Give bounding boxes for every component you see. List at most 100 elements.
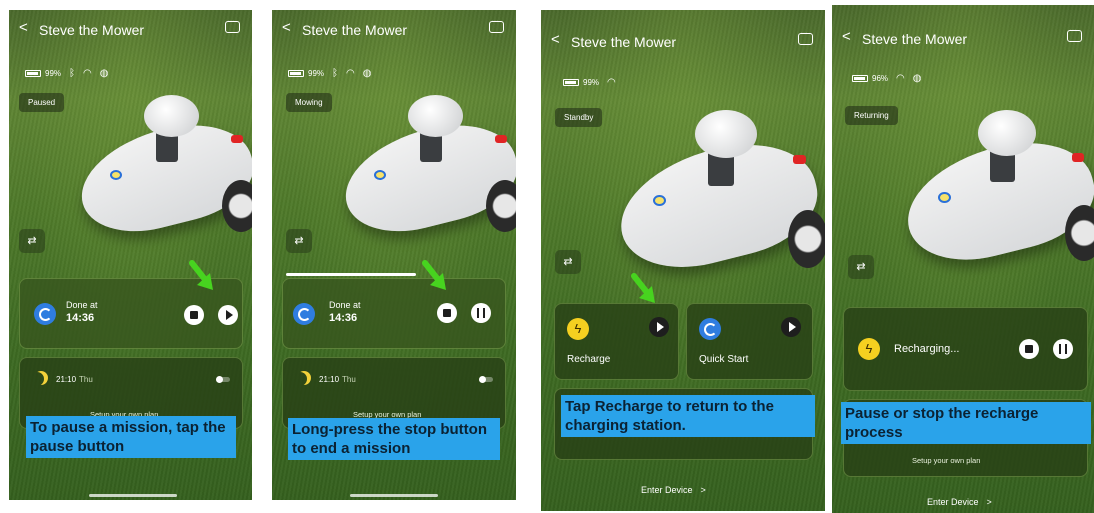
battery-level: 99% [308, 69, 325, 78]
phone-screen-mowing: < Steve the Mower 99% ᛒ ◠ ◍ Mowing ⇄ Don… [272, 10, 516, 500]
chat-icon[interactable] [798, 28, 813, 45]
home-indicator [350, 494, 438, 497]
swap-icon[interactable]: ⇄ [19, 229, 45, 253]
play-icon [789, 322, 796, 332]
mower-image [334, 95, 516, 245]
recharge-tile[interactable]: ϟ Recharge [554, 303, 679, 380]
quick-start-icon [699, 318, 721, 340]
page-title: Steve the Mower [571, 34, 677, 50]
signal-icon: ◍ [362, 68, 372, 79]
progress-bar [286, 273, 416, 276]
schedule-toggle[interactable] [216, 376, 230, 383]
instruction-callout: Long-press the stop button to end a miss… [288, 418, 500, 460]
home-indicator [89, 494, 177, 497]
signal-icon: ◍ [99, 68, 109, 79]
wifi-icon: ◠ [346, 68, 355, 79]
signal-icon: ◍ [912, 73, 922, 84]
stop-button[interactable] [1019, 339, 1039, 359]
recharge-play-button[interactable] [649, 317, 669, 337]
swap-icon[interactable]: ⇄ [848, 255, 874, 279]
phone-screen-paused: < Steve the Mower 99% ᛒ ◠ ◍ Paused ⇄ Don… [9, 10, 252, 500]
bluetooth-icon: ᛒ [332, 68, 339, 79]
arrow-icon [189, 260, 213, 290]
battery-icon [563, 79, 579, 86]
battery-level: 96% [872, 74, 889, 83]
task-label: Done at [66, 300, 98, 310]
status-bar: 96% ◠ ◍ [852, 73, 921, 84]
page-title: Steve the Mower [39, 22, 145, 38]
mission-icon [293, 303, 315, 325]
battery-icon [852, 75, 868, 82]
battery-icon [288, 70, 304, 77]
stop-button[interactable] [437, 303, 457, 323]
mower-image [895, 110, 1094, 275]
task-time: 14:36 [66, 312, 95, 324]
schedule-time: 21:10 [319, 375, 340, 384]
back-icon[interactable]: < [282, 19, 291, 36]
status-bar: 99% ᛒ ◠ ◍ [25, 68, 108, 79]
phone-screen-standby: < Steve the Mower 99% ◠ Standby ⇄ ϟ Rech… [541, 10, 825, 511]
status-bar: 99% ᛒ ◠ ◍ [288, 68, 371, 79]
schedule-day: Thu [342, 375, 356, 384]
pause-icon [477, 308, 485, 318]
task-label: Recharging... [894, 343, 960, 355]
enter-device-link[interactable]: Enter Device > [927, 497, 992, 507]
wifi-icon: ◠ [607, 77, 616, 88]
page-title: Steve the Mower [862, 31, 968, 47]
back-icon[interactable]: < [842, 28, 851, 45]
status-badge: Standby [555, 108, 603, 127]
pause-button[interactable] [471, 303, 491, 323]
play-icon [657, 322, 664, 332]
nav-bar: < Steve the Mower [272, 10, 516, 48]
phone-screen-returning: < Steve the Mower 96% ◠ ◍ Returning ⇄ ϟ … [832, 5, 1094, 513]
mower-image [70, 95, 252, 245]
arrow-icon [422, 260, 446, 290]
chat-icon[interactable] [489, 16, 504, 33]
play-icon [226, 310, 233, 320]
stop-icon [1025, 345, 1033, 353]
bolt-icon: ϟ [858, 338, 880, 360]
arrow-icon [631, 273, 655, 303]
task-card: ϟ Recharging... [843, 307, 1088, 391]
moon-icon [293, 372, 307, 386]
schedule-time: 21:10 [56, 375, 77, 384]
quick-start-play-button[interactable] [781, 317, 801, 337]
wifi-icon: ◠ [83, 68, 92, 79]
enter-device-link[interactable]: Enter Device > [641, 485, 706, 495]
enter-device-label: Enter Device [641, 485, 693, 495]
play-button[interactable] [218, 305, 238, 325]
quick-start-label: Quick Start [699, 354, 749, 365]
pause-button[interactable] [1053, 339, 1073, 359]
recharge-label: Recharge [567, 354, 611, 365]
status-badge: Mowing [286, 93, 332, 112]
chat-icon[interactable] [1067, 25, 1082, 42]
quick-start-tile[interactable]: Quick Start [686, 303, 813, 380]
back-icon[interactable]: < [551, 31, 560, 48]
chat-icon[interactable] [225, 16, 240, 33]
stop-icon [443, 309, 451, 317]
schedule-day: Thu [79, 375, 93, 384]
back-icon[interactable]: < [19, 19, 28, 36]
battery-level: 99% [583, 78, 600, 87]
swap-icon[interactable]: ⇄ [555, 250, 581, 274]
mission-icon [34, 303, 56, 325]
nav-bar: < Steve the Mower [541, 22, 825, 60]
wifi-icon: ◠ [896, 73, 905, 84]
setup-plan-link[interactable]: Setup your own plan [912, 456, 980, 465]
instruction-callout: Tap Recharge to return to the charging s… [561, 395, 815, 437]
schedule-toggle[interactable] [479, 376, 493, 383]
pause-icon [1059, 344, 1067, 354]
instruction-callout: Pause or stop the recharge process [841, 402, 1091, 444]
enter-device-label: Enter Device [927, 497, 979, 507]
swap-icon[interactable]: ⇄ [286, 229, 312, 253]
status-badge: Returning [845, 106, 898, 125]
status-bar: 99% ◠ [563, 77, 616, 88]
battery-icon [25, 70, 41, 77]
stop-icon [190, 311, 198, 319]
moon-icon [30, 372, 44, 386]
stop-button[interactable] [184, 305, 204, 325]
bolt-icon: ϟ [567, 318, 589, 340]
nav-bar: < Steve the Mower [832, 19, 1094, 57]
mower-image [607, 110, 825, 283]
chevron-right-icon: > [986, 497, 992, 507]
